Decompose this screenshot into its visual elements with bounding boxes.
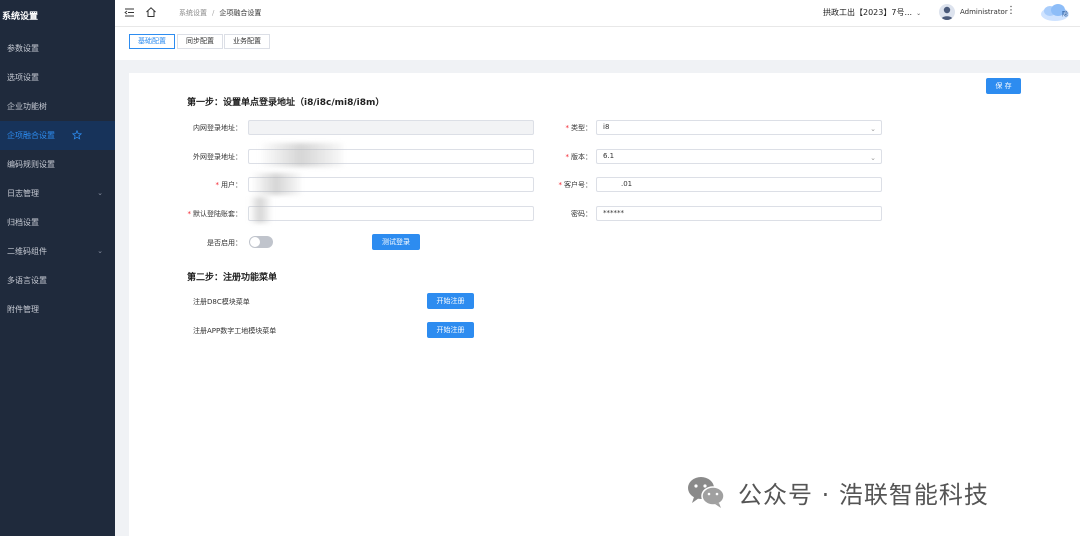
save-button[interactable]: 保 存 (986, 78, 1021, 94)
password-input[interactable]: ****** (596, 206, 882, 221)
sidebar-item-archive[interactable]: 归档设置 (0, 208, 115, 237)
tab-business-config[interactable]: 业务配置 (224, 34, 270, 49)
internal-url-input[interactable] (248, 120, 534, 135)
customer-label: * 客户号： (558, 181, 593, 189)
sidebar-item-label: 选项设置 (7, 73, 39, 82)
breadcrumb-current: 企项融合设置 (219, 9, 262, 17)
register-d8c-button[interactable]: 开始注册 (427, 293, 474, 309)
watermark-text: 公众号 · 浩联智能科技 (738, 480, 989, 509)
watermark: 公众号 · 浩联智能科技 (686, 474, 989, 510)
sidebar-item-label: 编码规则设置 (7, 160, 55, 169)
sidebar-title: 系统设置 (2, 12, 39, 22)
sidebar-item-log-management[interactable]: 日志管理 ⌄ (0, 179, 115, 208)
sidebar-item-enterprise-tree[interactable]: 企业功能树 (0, 92, 115, 121)
project-name: 拱政工出【2023】7号... (823, 8, 913, 17)
sidebar-item-label: 附件管理 (7, 305, 39, 314)
menu-toggle-icon[interactable] (124, 7, 135, 18)
step2-title: 第二步：注册功能菜单 (187, 273, 278, 283)
sidebar-item-options[interactable]: 选项设置 (0, 63, 115, 92)
avatar[interactable] (939, 4, 955, 20)
test-login-button[interactable]: 测试登录 (372, 234, 420, 250)
default-account-label: * 默认登陆账套： (187, 210, 243, 218)
register-d8c-label: 注册D8C模块菜单 (193, 298, 250, 306)
register-app-label: 注册APP数字工地模块菜单 (193, 327, 277, 335)
register-app-button[interactable]: 开始注册 (427, 322, 474, 338)
sidebar-item-label: 企业功能树 (7, 102, 47, 111)
sidebar-item-label: 企项融合设置 (7, 131, 55, 140)
project-selector[interactable]: 拱政工出【2023】7号... ⌄ (823, 7, 921, 18)
breadcrumb: 系统设置 / 企项融合设置 (179, 9, 262, 17)
chevron-down-icon: ⌄ (870, 154, 876, 162)
sidebar-item-label: 归档设置 (7, 218, 39, 227)
sidebar-item-label: 二维码组件 (7, 247, 47, 256)
tab-sync-config[interactable]: 同步配置 (177, 34, 223, 49)
customer-input[interactable]: .01 (596, 177, 882, 192)
version-value: 6.1 (603, 152, 615, 160)
redaction-smear (251, 173, 301, 195)
type-select[interactable]: i8 ⌄ (596, 120, 882, 135)
sidebar: 系统设置 参数设置 选项设置 企业功能树 企项融合设置 编码规则设置 日志管理 ⌄… (0, 0, 115, 536)
wechat-icon (688, 477, 725, 508)
chevron-down-icon: ⌄ (97, 189, 103, 197)
sidebar-item-label: 参数设置 (7, 44, 39, 53)
tab-basic-config[interactable]: 基础配置 (129, 34, 175, 49)
sidebar-item-attachments[interactable]: 附件管理 (0, 295, 115, 324)
star-icon[interactable] (72, 130, 82, 140)
main-card: 保 存 第一步：设置单点登录地址（i8/i8c/mi8/i8m） 内网登录地址：… (129, 73, 1080, 536)
step1-title: 第一步：设置单点登录地址（i8/i8c/mi8/i8m） (187, 98, 385, 108)
toggle-knob (250, 237, 260, 247)
default-account-input[interactable] (248, 206, 534, 221)
password-label: 密码： (571, 210, 592, 218)
type-label: * 类型： (565, 124, 593, 132)
cloud-icon[interactable]: 隐 (1037, 2, 1073, 22)
sidebar-item-qrcode[interactable]: 二维码组件 ⌄ (0, 237, 115, 266)
chevron-down-icon: ⌄ (870, 125, 876, 133)
sidebar-item-label: 多语言设置 (7, 276, 47, 285)
user-label: * 用户： (215, 181, 243, 189)
redaction-smear (249, 197, 271, 223)
breadcrumb-item[interactable]: 系统设置 (179, 9, 207, 17)
home-icon[interactable] (145, 6, 157, 18)
cloud-label: 隐 (1062, 10, 1068, 18)
enabled-label: 是否启用： (207, 239, 242, 247)
tabs-bar: 基础配置 同步配置 业务配置 (115, 27, 1080, 60)
chevron-down-icon: ⌄ (97, 247, 103, 255)
version-select[interactable]: 6.1 ⌄ (596, 149, 882, 164)
sidebar-item-coding-rules[interactable]: 编码规则设置 (0, 150, 115, 179)
external-url-label: 外网登录地址： (193, 153, 242, 161)
chevron-down-icon: ⌄ (916, 10, 922, 17)
internal-url-label: 内网登录地址： (193, 124, 242, 132)
version-label: * 版本： (565, 153, 593, 161)
top-bar: 系统设置 / 企项融合设置 拱政工出【2023】7号... ⌄ Administrat… (115, 0, 1080, 27)
username[interactable]: Administrator (960, 8, 1008, 16)
more-options-icon[interactable]: ⋮ (1006, 6, 1016, 16)
sidebar-item-multilang[interactable]: 多语言设置 (0, 266, 115, 295)
enabled-toggle[interactable] (249, 236, 273, 248)
sidebar-item-params[interactable]: 参数设置 (0, 34, 115, 63)
type-value: i8 (603, 123, 610, 131)
sidebar-item-label: 日志管理 (7, 189, 39, 198)
redaction-smear (259, 143, 343, 167)
sidebar-item-integration[interactable]: 企项融合设置 (0, 121, 115, 150)
